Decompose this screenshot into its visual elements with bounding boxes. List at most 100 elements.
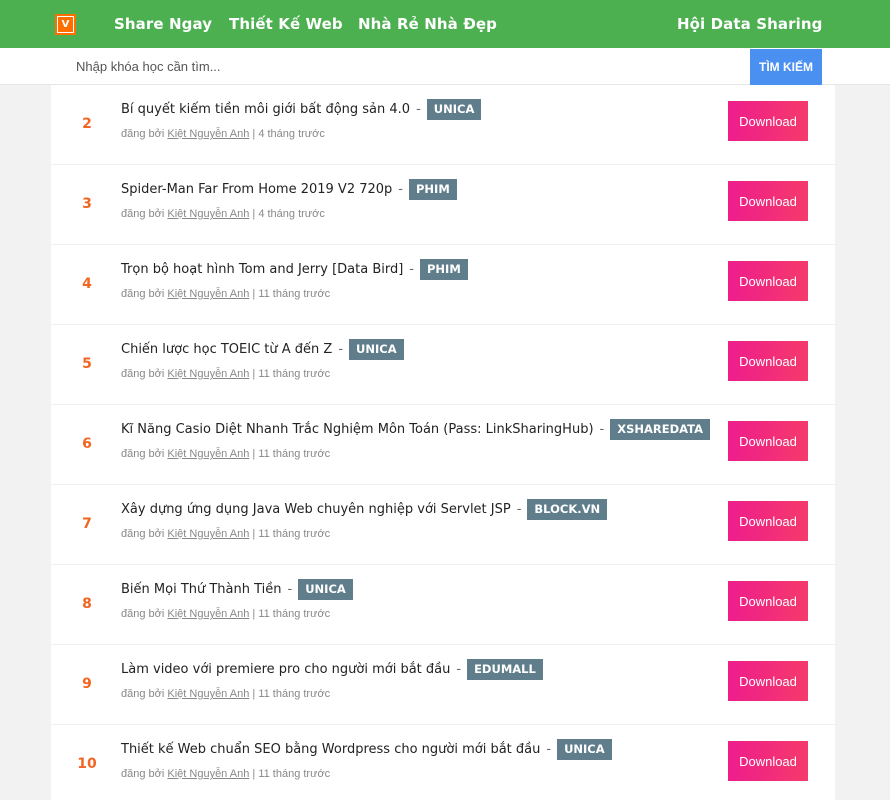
item-rank: 2 [82, 116, 92, 132]
author-link[interactable]: Kiệt Nguyễn Anh [167, 288, 249, 300]
nav-link-share-ngay[interactable]: Share Ngay [114, 0, 212, 48]
author-link[interactable]: Kiệt Nguyễn Anh [167, 128, 249, 140]
list-item: 4 Trọn bộ hoạt hình Tom and Jerry [Data B… [51, 245, 835, 325]
source-tag[interactable]: XSHAREDATA [610, 419, 711, 440]
list-item: 2 Bí quyết kiếm tiền môi giới bất động sả… [51, 85, 835, 165]
item-rank: 9 [82, 676, 92, 692]
title-separator: - [416, 102, 421, 117]
source-tag[interactable]: UNICA [557, 739, 612, 760]
item-title-link[interactable]: Spider-Man Far From Home 2019 V2 720p [121, 182, 392, 197]
title-separator: - [398, 182, 403, 197]
download-button[interactable]: Download [728, 661, 808, 701]
download-button[interactable]: Download [728, 181, 808, 221]
source-tag[interactable]: UNICA [298, 579, 353, 600]
item-title-line: Kĩ Năng Casio Diệt Nhanh Trắc Nghiệm Môn… [121, 419, 711, 440]
item-meta: đăng bởi Kiệt Nguyễn Anh | 11 tháng trướ… [121, 688, 330, 700]
course-list: 2 Bí quyết kiếm tiền môi giới bất động sả… [51, 85, 835, 800]
meta-separator: | [252, 688, 256, 700]
item-rank: 8 [82, 596, 92, 612]
author-link[interactable]: Kiệt Nguyễn Anh [167, 368, 249, 380]
title-separator: - [338, 342, 344, 357]
item-title-link[interactable]: Làm video với premiere pro cho người mới… [121, 662, 450, 677]
item-title-link[interactable]: Kĩ Năng Casio Diệt Nhanh Trắc Nghiệm Môn… [121, 422, 594, 437]
list-item: 10 Thiết kế Web chuẩn SEO bằng Wordpress … [51, 725, 835, 800]
source-tag[interactable]: PHIM [409, 179, 457, 200]
author-link[interactable]: Kiệt Nguyễn Anh [167, 448, 249, 460]
posted-time: 11 tháng trước [258, 688, 331, 700]
item-meta: đăng bởi Kiệt Nguyễn Anh | 11 tháng trướ… [121, 528, 330, 540]
posted-by-label: đăng bởi [121, 288, 165, 300]
item-title-link[interactable]: Chiến lược học TOEIC từ A đến Z [121, 342, 332, 357]
posted-time: 11 tháng trước [258, 608, 331, 620]
posted-time: 11 tháng trước [258, 368, 331, 380]
author-link[interactable]: Kiệt Nguyễn Anh [167, 608, 249, 620]
search-input[interactable] [64, 48, 744, 84]
site-logo[interactable]: V [55, 14, 76, 35]
item-title-line: Thiết kế Web chuẩn SEO bằng Wordpress ch… [121, 739, 612, 760]
source-tag[interactable]: BLOCK.VN [527, 499, 608, 520]
posted-by-label: đăng bởi [121, 688, 165, 700]
item-title-line: Làm video với premiere pro cho người mới… [121, 659, 543, 680]
meta-separator: | [252, 128, 256, 140]
item-rank: 10 [77, 756, 97, 772]
author-link[interactable]: Kiệt Nguyễn Anh [167, 688, 249, 700]
source-tag[interactable]: UNICA [426, 99, 482, 120]
item-meta: đăng bởi Kiệt Nguyễn Anh | 11 tháng trướ… [121, 608, 330, 620]
item-rank: 7 [82, 516, 92, 532]
download-button[interactable]: Download [728, 261, 808, 301]
list-item: 5 Chiến lược học TOEIC từ A đến Z - UNICA đă… [51, 325, 835, 405]
nav-link-nha-re-nha-dep[interactable]: Nhà Rẻ Nhà Đẹp [358, 0, 497, 48]
list-item: 9 Làm video với premiere pro cho người mớ… [51, 645, 835, 725]
posted-time: 11 tháng trước [258, 288, 331, 300]
meta-separator: | [252, 288, 256, 300]
item-title-link[interactable]: Bí quyết kiếm tiền môi giới bất động sản… [121, 102, 410, 117]
nav-link-thiet-ke-web[interactable]: Thiết Kế Web [229, 0, 343, 48]
download-button[interactable]: Download [728, 341, 808, 381]
list-item: 6 Kĩ Năng Casio Diệt Nhanh Trắc Nghiệm Mô… [51, 405, 835, 485]
item-rank: 3 [82, 196, 92, 212]
item-rank: 4 [82, 276, 92, 292]
posted-by-label: đăng bởi [121, 368, 165, 380]
posted-by-label: đăng bởi [121, 208, 165, 220]
download-button[interactable]: Download [728, 581, 808, 621]
meta-separator: | [252, 608, 256, 620]
posted-time: 11 tháng trước [258, 528, 331, 540]
item-title-link[interactable]: Thiết kế Web chuẩn SEO bằng Wordpress ch… [121, 742, 540, 757]
nav-link-hoi-data-sharing[interactable]: Hội Data Sharing [677, 0, 822, 48]
download-button[interactable]: Download [728, 741, 808, 781]
download-button[interactable]: Download [728, 501, 808, 541]
posted-time: 4 tháng trước [258, 208, 325, 220]
author-link[interactable]: Kiệt Nguyễn Anh [167, 528, 249, 540]
posted-by-label: đăng bởi [121, 528, 165, 540]
item-meta: đăng bởi Kiệt Nguyễn Anh | 11 tháng trướ… [121, 768, 330, 780]
search-bar: TÌM KIẾM [0, 48, 890, 85]
item-meta: đăng bởi Kiệt Nguyễn Anh | 11 tháng trướ… [121, 288, 330, 300]
meta-separator: | [252, 528, 256, 540]
item-title-line: Trọn bộ hoạt hình Tom and Jerry [Data Bi… [121, 259, 468, 280]
posted-by-label: đăng bởi [121, 448, 165, 460]
source-tag[interactable]: EDUMALL [467, 659, 543, 680]
search-button[interactable]: TÌM KIẾM [750, 49, 822, 85]
meta-separator: | [252, 768, 256, 780]
item-meta: đăng bởi Kiệt Nguyễn Anh | 4 tháng trước [121, 128, 325, 140]
item-meta: đăng bởi Kiệt Nguyễn Anh | 11 tháng trướ… [121, 368, 330, 380]
source-tag[interactable]: UNICA [349, 339, 404, 360]
author-link[interactable]: Kiệt Nguyễn Anh [167, 768, 249, 780]
posted-time: 11 tháng trước [258, 768, 331, 780]
item-title-link[interactable]: Trọn bộ hoạt hình Tom and Jerry [Data Bi… [121, 262, 403, 277]
download-button[interactable]: Download [728, 421, 808, 461]
author-link[interactable]: Kiệt Nguyễn Anh [167, 208, 249, 220]
source-tag[interactable]: PHIM [420, 259, 468, 280]
title-separator: - [409, 262, 414, 277]
top-navbar: V Share Ngay Thiết Kế Web Nhà Rẻ Nhà Đẹp… [0, 0, 890, 48]
meta-separator: | [252, 208, 256, 220]
item-title-link[interactable]: Biến Mọi Thứ Thành Tiền [121, 582, 282, 597]
title-separator: - [599, 422, 605, 437]
download-button[interactable]: Download [728, 101, 808, 141]
item-rank: 5 [82, 356, 92, 372]
item-title-link[interactable]: Xây dựng ứng dụng Java Web chuyên nghiệp… [121, 502, 511, 517]
title-separator: - [546, 742, 552, 757]
title-separator: - [516, 502, 522, 517]
item-meta: đăng bởi Kiệt Nguyễn Anh | 11 tháng trướ… [121, 448, 330, 460]
item-title-line: Xây dựng ứng dụng Java Web chuyên nghiệp… [121, 499, 608, 520]
